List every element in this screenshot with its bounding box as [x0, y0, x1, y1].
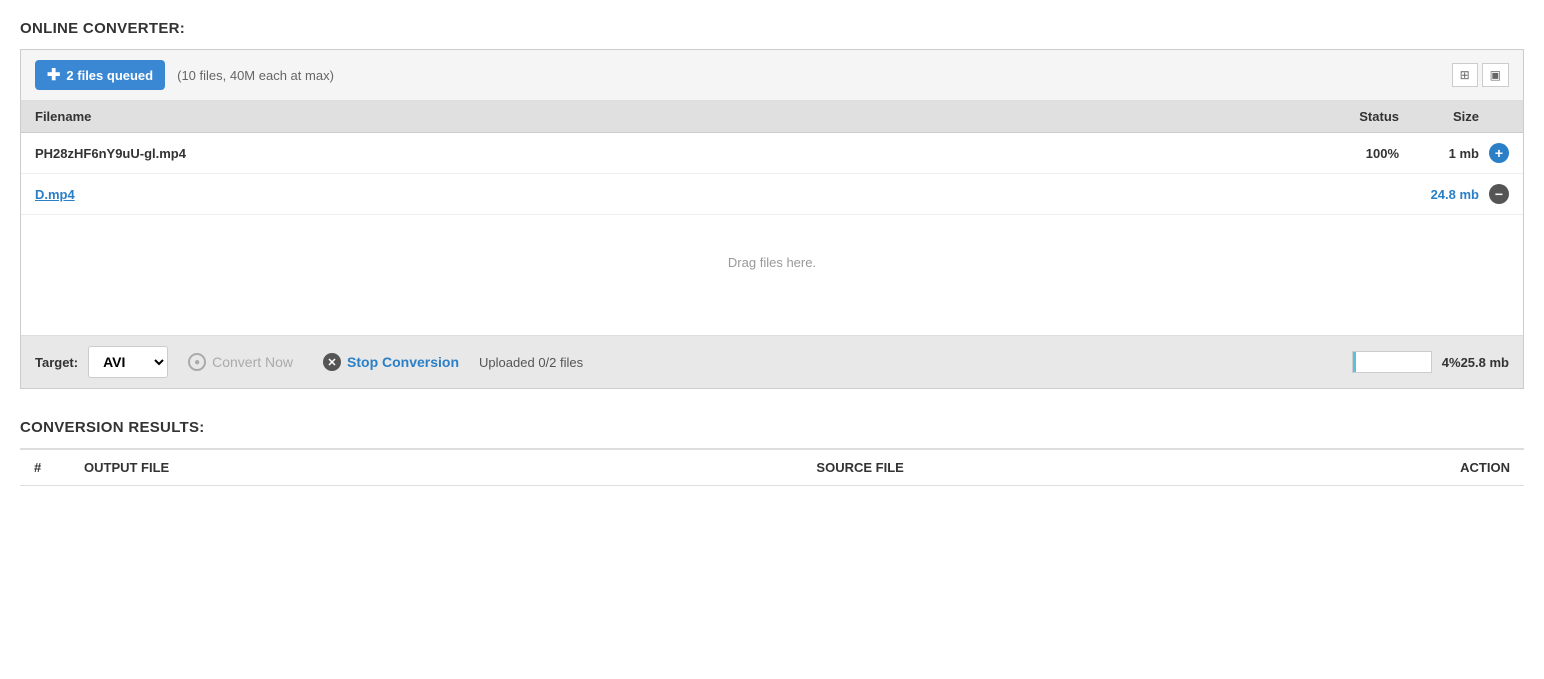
drop-zone[interactable]: Drag files here.: [21, 215, 1523, 335]
grid-icon: ⊞: [1460, 68, 1470, 82]
col-source-header: SOURCE FILE: [802, 449, 1404, 486]
top-bar: ✚ 2 files queued (10 files, 40M each at …: [21, 50, 1523, 101]
page-title: ONLINE CONVERTER:: [20, 20, 1524, 37]
bottom-bar: Target: AVI MP4 MOV MKV WMV FLV ● Conver…: [21, 335, 1523, 388]
add-files-button[interactable]: ✚ 2 files queued: [35, 60, 165, 90]
drop-zone-text: Drag files here.: [728, 255, 816, 270]
col-filename-header: Filename: [35, 109, 1319, 124]
col-number-header: #: [20, 449, 70, 486]
col-output-header: OUTPUT FILE: [70, 449, 802, 486]
top-bar-right: ⊞ ▣: [1452, 63, 1509, 87]
stop-conversion-label: Stop Conversion: [347, 354, 459, 370]
progress-text: 4%25.8 mb: [1442, 355, 1509, 370]
target-label: Target:: [35, 355, 78, 370]
file-size-1: 1 mb: [1399, 146, 1479, 161]
plus-icon: ✚: [47, 65, 60, 85]
file-size-2: 24.8 mb: [1399, 187, 1479, 202]
file-table-header: Filename Status Size: [21, 101, 1523, 133]
progress-size: 25.8 mb: [1461, 355, 1509, 370]
stop-conversion-button[interactable]: ✕ Stop Conversion: [313, 347, 469, 377]
results-section: CONVERSION RESULTS: # OUTPUT FILE SOURCE…: [20, 419, 1524, 486]
grid-view-button[interactable]: ⊞: [1452, 63, 1478, 87]
file-add-icon-1[interactable]: +: [1489, 143, 1509, 163]
stop-icon: ✕: [323, 353, 341, 371]
file-name-2[interactable]: D.mp4: [35, 187, 1319, 202]
upload-status: Uploaded 0/2 files: [479, 355, 583, 370]
file-action-1: +: [1479, 143, 1509, 163]
files-info: (10 files, 40M each at max): [177, 68, 334, 83]
file-remove-icon-2[interactable]: −: [1489, 184, 1509, 204]
add-files-label: 2 files queued: [66, 68, 153, 83]
image-view-button[interactable]: ▣: [1482, 63, 1509, 87]
top-bar-left: ✚ 2 files queued (10 files, 40M each at …: [35, 60, 334, 90]
results-table: # OUTPUT FILE SOURCE FILE ACTION: [20, 448, 1524, 486]
progress-percent: 4%: [1442, 355, 1461, 370]
file-status-1: 100%: [1319, 146, 1399, 161]
progress-bar: [1352, 351, 1432, 373]
file-name-1: PH28zHF6nY9uU-gl.mp4: [35, 146, 1319, 161]
col-status-header: Status: [1319, 109, 1399, 124]
convert-now-button[interactable]: ● Convert Now: [178, 347, 303, 377]
progress-bar-fill: [1353, 352, 1356, 372]
convert-now-label: Convert Now: [212, 354, 293, 370]
target-format-select[interactable]: AVI MP4 MOV MKV WMV FLV: [88, 346, 168, 378]
convert-icon: ●: [188, 353, 206, 371]
col-size-header: Size: [1399, 109, 1479, 124]
col-action-header: ACTION: [1404, 449, 1524, 486]
table-row: PH28zHF6nY9uU-gl.mp4 100% 1 mb +: [21, 133, 1523, 174]
table-row: D.mp4 24.8 mb −: [21, 174, 1523, 215]
results-title: CONVERSION RESULTS:: [20, 419, 1524, 436]
converter-box: ✚ 2 files queued (10 files, 40M each at …: [20, 49, 1524, 389]
image-icon: ▣: [1490, 68, 1501, 82]
results-table-header: # OUTPUT FILE SOURCE FILE ACTION: [20, 449, 1524, 486]
file-action-2: −: [1479, 184, 1509, 204]
